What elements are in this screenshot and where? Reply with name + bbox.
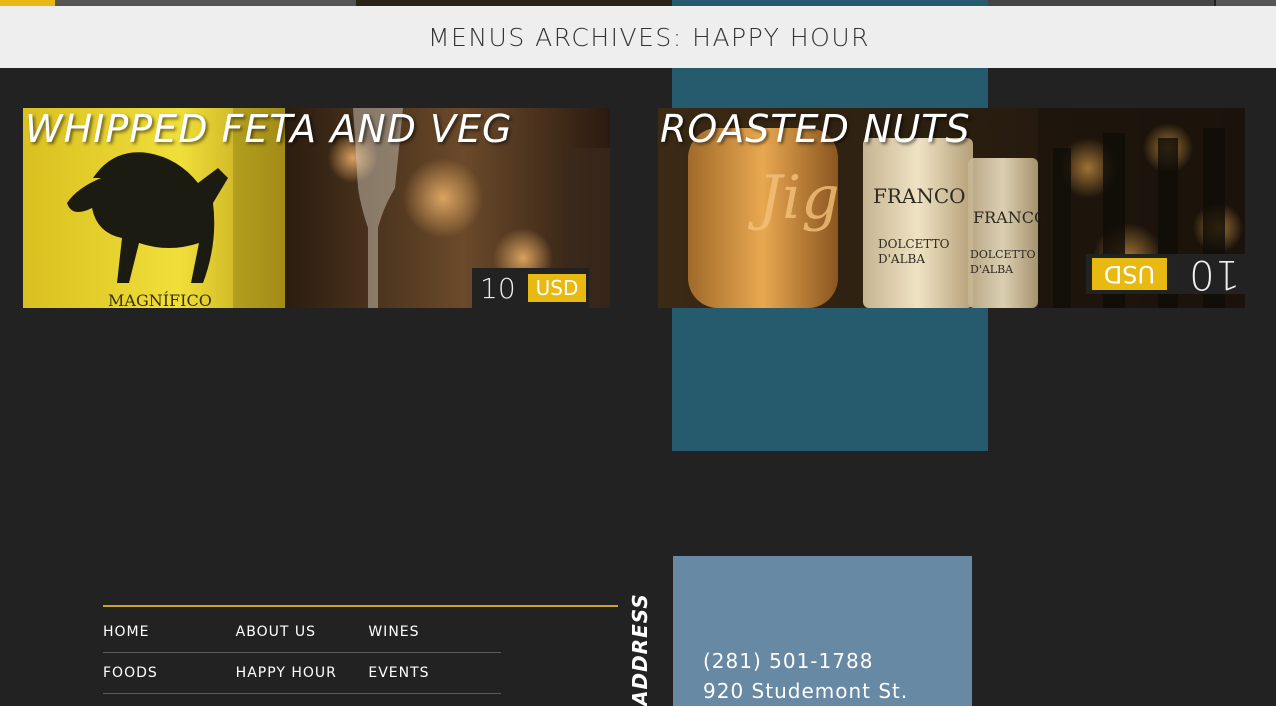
price-tag: 10 USD <box>472 268 589 308</box>
menu-item-card[interactable]: Jig FRANCO S DOLCETTO D'ALBA FRANCO DOLC… <box>658 107 1254 308</box>
contact-box: (281) 501-1788 920 Studemont St. <box>673 556 972 706</box>
price-value: 10 <box>480 271 516 305</box>
footer-nav-row: FOODS HAPPY HOUR EVENTS <box>103 653 501 694</box>
footer-link-about-us[interactable]: ABOUT US <box>236 624 369 640</box>
address-heading: ADDRESS <box>628 593 652 706</box>
menu-item-card[interactable]: MAGNÍFICO WHIPPED FETA AND VEG 10 USD <box>23 108 610 308</box>
footer-link-wines[interactable]: WINES <box>368 624 501 640</box>
footer-link-events[interactable]: EVENTS <box>368 665 501 681</box>
phone-number[interactable]: (281) 501-1788 <box>703 649 873 673</box>
svg-text:Jig: Jig <box>747 163 840 233</box>
svg-text:MAGNÍFICO: MAGNÍFICO <box>108 290 212 308</box>
page-header: MENUS ARCHIVES: HAPPY HOUR <box>0 6 1276 68</box>
svg-text:DOLCETTO: DOLCETTO <box>878 237 950 251</box>
svg-text:D'ALBA: D'ALBA <box>878 252 925 266</box>
svg-text:D'ALBA: D'ALBA <box>970 263 1014 276</box>
svg-text:DOLCETTO: DOLCETTO <box>970 248 1035 261</box>
price-tag: 10 USD <box>1086 251 1254 297</box>
price-value: 10 <box>1189 251 1240 297</box>
footer-link-foods[interactable]: FOODS <box>103 665 236 681</box>
footer-nav: HOME ABOUT US WINES FOODS HAPPY HOUR EVE… <box>103 612 501 694</box>
price-currency: USD <box>1091 258 1168 290</box>
footer-link-happy-hour[interactable]: HAPPY HOUR <box>236 665 369 681</box>
footer-link-home[interactable]: HOME <box>103 624 236 640</box>
page-title: MENUS ARCHIVES: HAPPY HOUR <box>427 22 871 52</box>
menu-item-title: ROASTED NUTS <box>660 107 971 151</box>
price-currency: USD <box>527 274 587 302</box>
menu-item-title: WHIPPED FETA AND VEG <box>25 107 513 151</box>
footer-divider <box>103 605 618 607</box>
svg-text:FRANCO: FRANCO <box>973 208 1047 227</box>
street-address: 920 Studemont St. <box>703 679 909 703</box>
footer-nav-row: HOME ABOUT US WINES <box>103 612 501 653</box>
